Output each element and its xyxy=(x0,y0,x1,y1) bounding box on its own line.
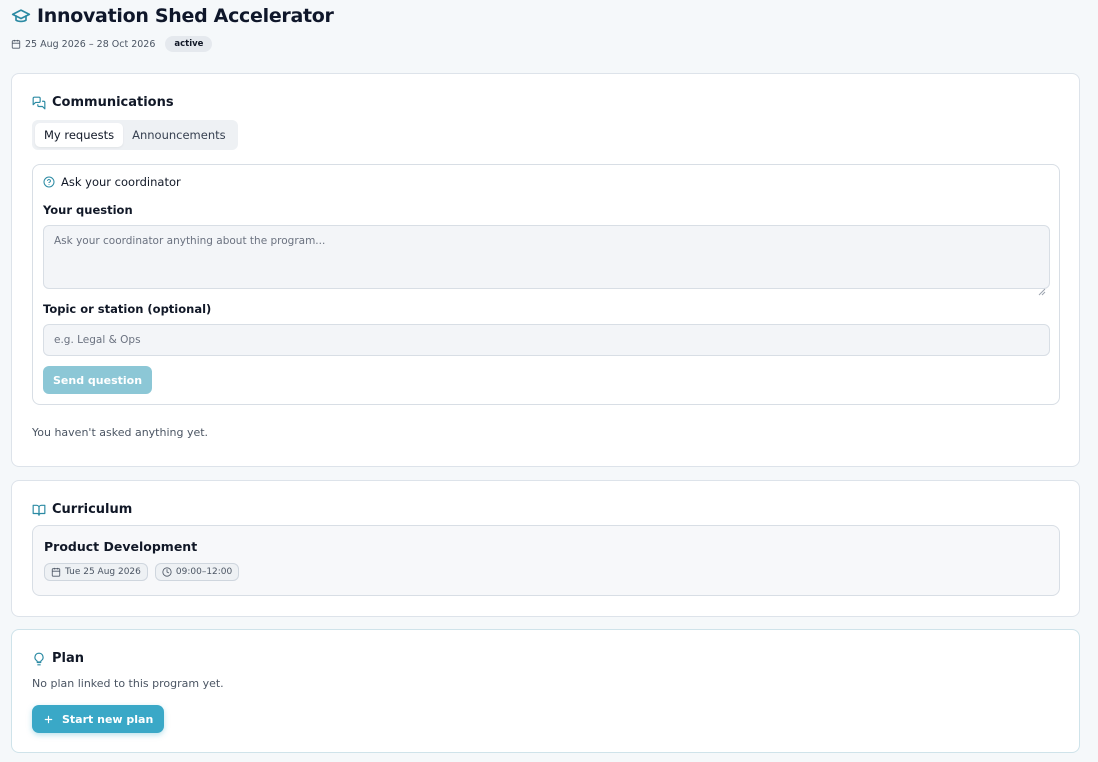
ask-coordinator-form: Ask your coordinator Your question Topic… xyxy=(32,164,1060,405)
communications-title: Communications xyxy=(52,95,174,110)
communications-card: Communications My requests Announcements… xyxy=(11,73,1080,467)
plan-title: Plan xyxy=(52,651,85,666)
start-new-plan-button[interactable]: Start new plan xyxy=(32,705,165,733)
communications-tabs: My requests Announcements xyxy=(32,120,238,150)
ask-coordinator-header: Ask your coordinator xyxy=(43,175,181,189)
session-time-chip: 09:00–12:00 xyxy=(154,563,240,581)
program-meta: 25 Aug 2026 – 28 Oct 2026 active xyxy=(11,36,213,52)
calendar-icon xyxy=(11,39,21,49)
curriculum-header: Curriculum xyxy=(32,502,132,517)
messages-icon xyxy=(32,96,46,110)
tab-my-requests[interactable]: My requests xyxy=(35,123,124,147)
ask-coordinator-title: Ask your coordinator xyxy=(61,175,181,189)
start-new-plan-label: Start new plan xyxy=(62,712,154,726)
question-textarea[interactable] xyxy=(43,225,1050,289)
book-open-icon xyxy=(32,503,46,517)
help-circle-icon xyxy=(43,176,55,188)
program-date-range: 25 Aug 2026 – 28 Oct 2026 xyxy=(25,38,156,50)
plus-icon xyxy=(43,714,54,725)
plan-empty-text: No plan linked to this program yet. xyxy=(32,677,224,690)
curriculum-card: Curriculum Product Development Tue 25 Au… xyxy=(11,480,1080,617)
calendar-icon xyxy=(51,567,61,577)
curriculum-title: Curriculum xyxy=(52,502,133,517)
page-header: Innovation Shed Accelerator xyxy=(11,5,334,27)
requests-empty-text: You haven't asked anything yet. xyxy=(32,426,209,439)
lightbulb-icon xyxy=(32,652,46,666)
graduation-cap-icon xyxy=(11,6,31,26)
topic-label: Topic or station (optional) xyxy=(43,302,212,316)
resize-grip-icon[interactable] xyxy=(1038,281,1046,296)
send-question-button[interactable]: Send question xyxy=(43,366,153,394)
curriculum-session[interactable]: Product Development Tue 25 Aug 2026 09:0… xyxy=(32,525,1060,596)
question-label: Your question xyxy=(43,203,133,217)
clock-icon xyxy=(162,567,172,577)
communications-header: Communications xyxy=(32,95,174,110)
page-title: Innovation Shed Accelerator xyxy=(37,5,334,27)
session-chips: Tue 25 Aug 2026 09:00–12:00 xyxy=(44,563,240,581)
session-date-chip: Tue 25 Aug 2026 xyxy=(44,563,148,581)
program-dates: 25 Aug 2026 – 28 Oct 2026 xyxy=(11,39,155,50)
session-date: Tue 25 Aug 2026 xyxy=(65,567,141,577)
plan-header: Plan xyxy=(32,651,84,666)
session-time: 09:00–12:00 xyxy=(175,567,233,577)
session-title: Product Development xyxy=(44,539,198,554)
status-badge: active xyxy=(165,36,213,52)
topic-input[interactable] xyxy=(43,324,1050,356)
tab-announcements[interactable]: Announcements xyxy=(123,123,235,147)
plan-card: Plan No plan linked to this program yet.… xyxy=(11,629,1080,753)
